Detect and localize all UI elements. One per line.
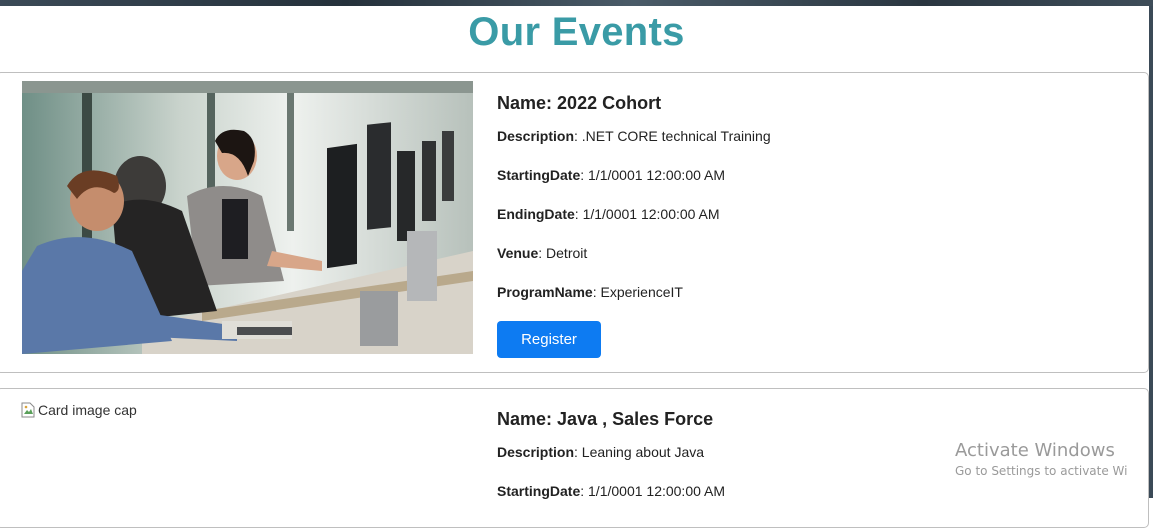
event-name: Name: Java , Sales Force	[497, 409, 725, 429]
event-card: Name: 2022 Cohort Description: .NET CORE…	[0, 72, 1149, 373]
starting-date-row: StartingDate: 1/1/0001 12:00:00 AM	[497, 167, 726, 183]
name-label: Name:	[497, 93, 553, 113]
event-details: Name: Java , Sales Force Description: Le…	[497, 409, 725, 520]
description-value: Leaning about Java	[581, 444, 705, 460]
starting-date-label: StartingDate	[497, 167, 581, 183]
broken-image-icon	[21, 402, 35, 418]
starting-date-label: StartingDate	[497, 483, 581, 499]
name-value: Java , Sales Force	[557, 409, 714, 429]
program-name-value: ExperienceIT	[600, 284, 683, 300]
watermark-subtitle: Go to Settings to activate Wi	[955, 464, 1128, 478]
watermark-title: Activate Windows	[955, 440, 1115, 461]
description-label: Description	[497, 128, 575, 144]
card-image-broken: Card image cap	[21, 402, 137, 418]
name-value: 2022 Cohort	[557, 93, 662, 113]
description-value: .NET CORE technical Training	[581, 128, 771, 144]
ending-date-label: EndingDate	[497, 206, 575, 222]
venue-label: Venue	[497, 245, 539, 261]
description-row: Description: Leaning about Java	[497, 444, 705, 460]
event-photo	[22, 81, 473, 354]
event-details: Name: 2022 Cohort Description: .NET CORE…	[497, 93, 771, 358]
starting-date-value: 1/1/0001 12:00:00 AM	[588, 483, 726, 499]
starting-date-row: StartingDate: 1/1/0001 12:00:00 AM	[497, 483, 726, 499]
ending-date-value: 1/1/0001 12:00:00 AM	[582, 206, 720, 222]
description-label: Description	[497, 444, 575, 460]
page-title: Our Events	[468, 10, 685, 54]
name-label: Name:	[497, 409, 553, 429]
starting-date-value: 1/1/0001 12:00:00 AM	[588, 167, 726, 183]
description-row: Description: .NET CORE technical Trainin…	[497, 128, 771, 144]
program-name-label: ProgramName	[497, 284, 593, 300]
venue-row: Venue: Detroit	[497, 245, 588, 261]
background-edge	[1149, 6, 1153, 498]
register-button[interactable]: Register	[497, 321, 601, 358]
background-strip	[0, 0, 1153, 6]
event-name: Name: 2022 Cohort	[497, 93, 771, 113]
activate-windows-watermark: Activate Windows Go to Settings to activ…	[955, 440, 1128, 480]
venue-value: Detroit	[546, 245, 588, 261]
ending-date-row: EndingDate: 1/1/0001 12:00:00 AM	[497, 206, 720, 222]
card-image-alt-text: Card image cap	[38, 402, 137, 418]
program-name-row: ProgramName: ExperienceIT	[497, 284, 683, 300]
